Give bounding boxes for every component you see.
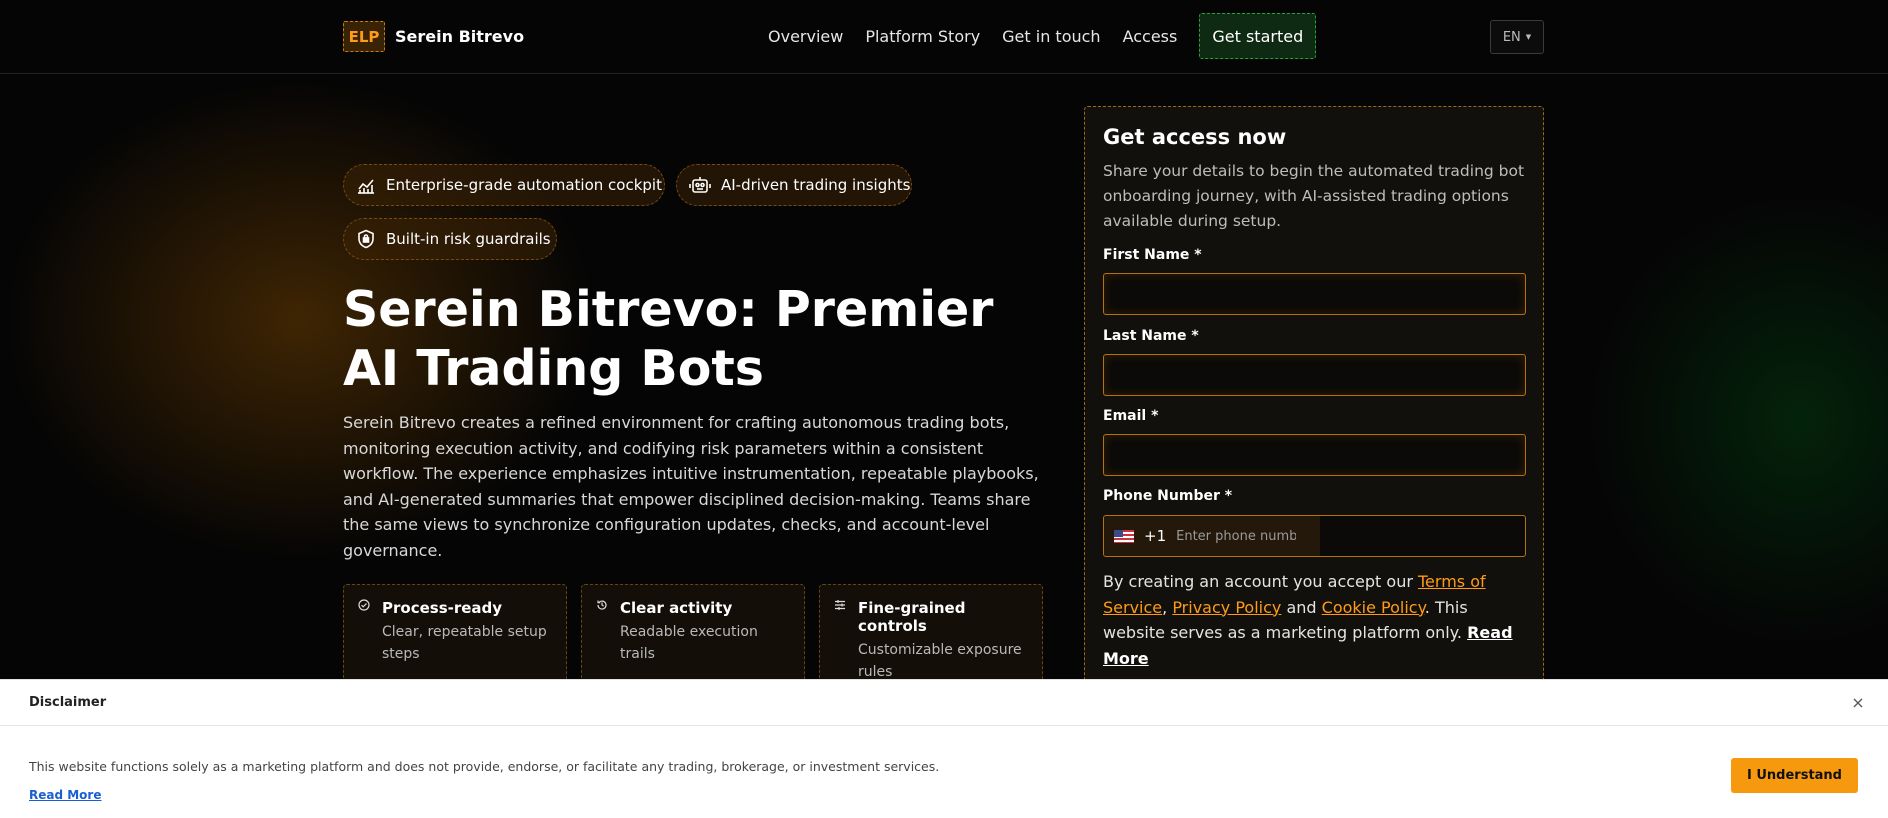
email-label: Email * bbox=[1103, 408, 1159, 424]
terms-text: By creating an account you accept our Te… bbox=[1103, 569, 1533, 671]
feature-subtitle: Clear, repeatable setup steps bbox=[382, 624, 547, 662]
privacy-policy-link[interactable]: Privacy Policy bbox=[1172, 598, 1281, 617]
nav-link-overview[interactable]: Overview bbox=[768, 27, 843, 46]
phone-input[interactable] bbox=[1176, 528, 1297, 544]
pill-label: Enterprise-grade automation cockpit bbox=[386, 176, 662, 194]
sliders-icon bbox=[835, 600, 845, 610]
robot-icon bbox=[689, 177, 711, 193]
cookie-policy-link[interactable]: Cookie Policy bbox=[1322, 598, 1425, 617]
check-circle-icon bbox=[358, 599, 370, 611]
disclaimer-text: This website functions solely as a marke… bbox=[29, 759, 940, 774]
pill-label: Built-in risk guardrails bbox=[386, 230, 551, 248]
language-selector[interactable]: EN ▼ bbox=[1490, 20, 1544, 54]
pill-ai-insights: AI-driven trading insights bbox=[676, 164, 912, 206]
feature-card-process-ready: Process-ready Clear, repeatable setup st… bbox=[343, 584, 567, 682]
brand-logo[interactable]: ELP Serein Bitrevo bbox=[343, 21, 524, 52]
nav-link-platform-story[interactable]: Platform Story bbox=[865, 27, 980, 46]
feature-title: Process-ready bbox=[382, 599, 503, 617]
terms-comma: , bbox=[1162, 597, 1173, 617]
top-navigation-bar: ELP Serein Bitrevo Overview Platform Sto… bbox=[0, 0, 1888, 74]
feature-title: Clear activity bbox=[620, 599, 733, 617]
first-name-input[interactable] bbox=[1103, 273, 1526, 315]
form-title: Get access now bbox=[1103, 125, 1287, 149]
brand-name: Serein Bitrevo bbox=[395, 27, 525, 46]
first-name-label: First Name * bbox=[1103, 247, 1202, 263]
us-flag-icon bbox=[1114, 529, 1134, 543]
page: ELP Serein Bitrevo Overview Platform Sto… bbox=[0, 0, 1888, 818]
i-understand-button[interactable]: I Understand bbox=[1731, 758, 1858, 793]
nav-link-get-in-touch[interactable]: Get in touch bbox=[1002, 27, 1100, 46]
chart-line-icon bbox=[358, 179, 374, 194]
dial-code: +1 bbox=[1144, 527, 1167, 545]
form-subtitle: Share your details to begin the automate… bbox=[1103, 162, 1525, 230]
nav-link-access[interactable]: Access bbox=[1123, 27, 1178, 46]
email-input[interactable] bbox=[1103, 434, 1526, 476]
phone-field: +1 bbox=[1103, 515, 1526, 557]
terms-and: and bbox=[1281, 597, 1322, 617]
disclaimer-title: Disclaimer bbox=[29, 695, 107, 710]
history-icon bbox=[597, 600, 607, 610]
phone-label: Phone Number * bbox=[1103, 488, 1233, 504]
get-started-button[interactable]: Get started bbox=[1199, 13, 1317, 59]
logo-badge: ELP bbox=[343, 21, 385, 52]
feature-subtitle: Readable execution trails bbox=[620, 624, 758, 662]
disclaimer-header: Disclaimer × bbox=[0, 680, 1888, 726]
signup-form: Get access now Share your details to beg… bbox=[1084, 106, 1544, 709]
disclaimer-read-more-link[interactable]: Read More bbox=[29, 788, 102, 802]
caret-down-icon: ▼ bbox=[1525, 33, 1532, 41]
phone-prefix[interactable]: +1 bbox=[1104, 516, 1320, 556]
last-name-input[interactable] bbox=[1103, 354, 1526, 396]
main-nav: Overview Platform Story Get in touch Acc… bbox=[768, 13, 1317, 59]
pill-automation-cockpit: Enterprise-grade automation cockpit bbox=[343, 164, 665, 206]
feature-title: Fine-grained controls bbox=[858, 599, 966, 635]
disclaimer-banner: Disclaimer × This website functions sole… bbox=[0, 679, 1888, 818]
feature-card-clear-activity: Clear activity Readable execution trails bbox=[581, 584, 805, 682]
shield-lock-icon bbox=[358, 229, 374, 249]
hero-description: Serein Bitrevo creates a refined environ… bbox=[343, 413, 1039, 560]
terms-prefix: By creating an account you accept our bbox=[1103, 572, 1418, 591]
language-label: EN bbox=[1502, 29, 1521, 45]
last-name-label: Last Name * bbox=[1103, 328, 1199, 344]
hero-title: Serein Bitrevo: Premier AI Trading Bots bbox=[343, 281, 994, 397]
feature-card-fine-grained-controls: Fine-grained controls Customizable expos… bbox=[819, 584, 1043, 682]
pill-label: AI-driven trading insights bbox=[721, 176, 911, 194]
pill-risk-guardrails: Built-in risk guardrails bbox=[343, 218, 557, 260]
close-icon[interactable]: × bbox=[1846, 690, 1870, 714]
feature-subtitle: Customizable exposure rules bbox=[858, 642, 1022, 680]
